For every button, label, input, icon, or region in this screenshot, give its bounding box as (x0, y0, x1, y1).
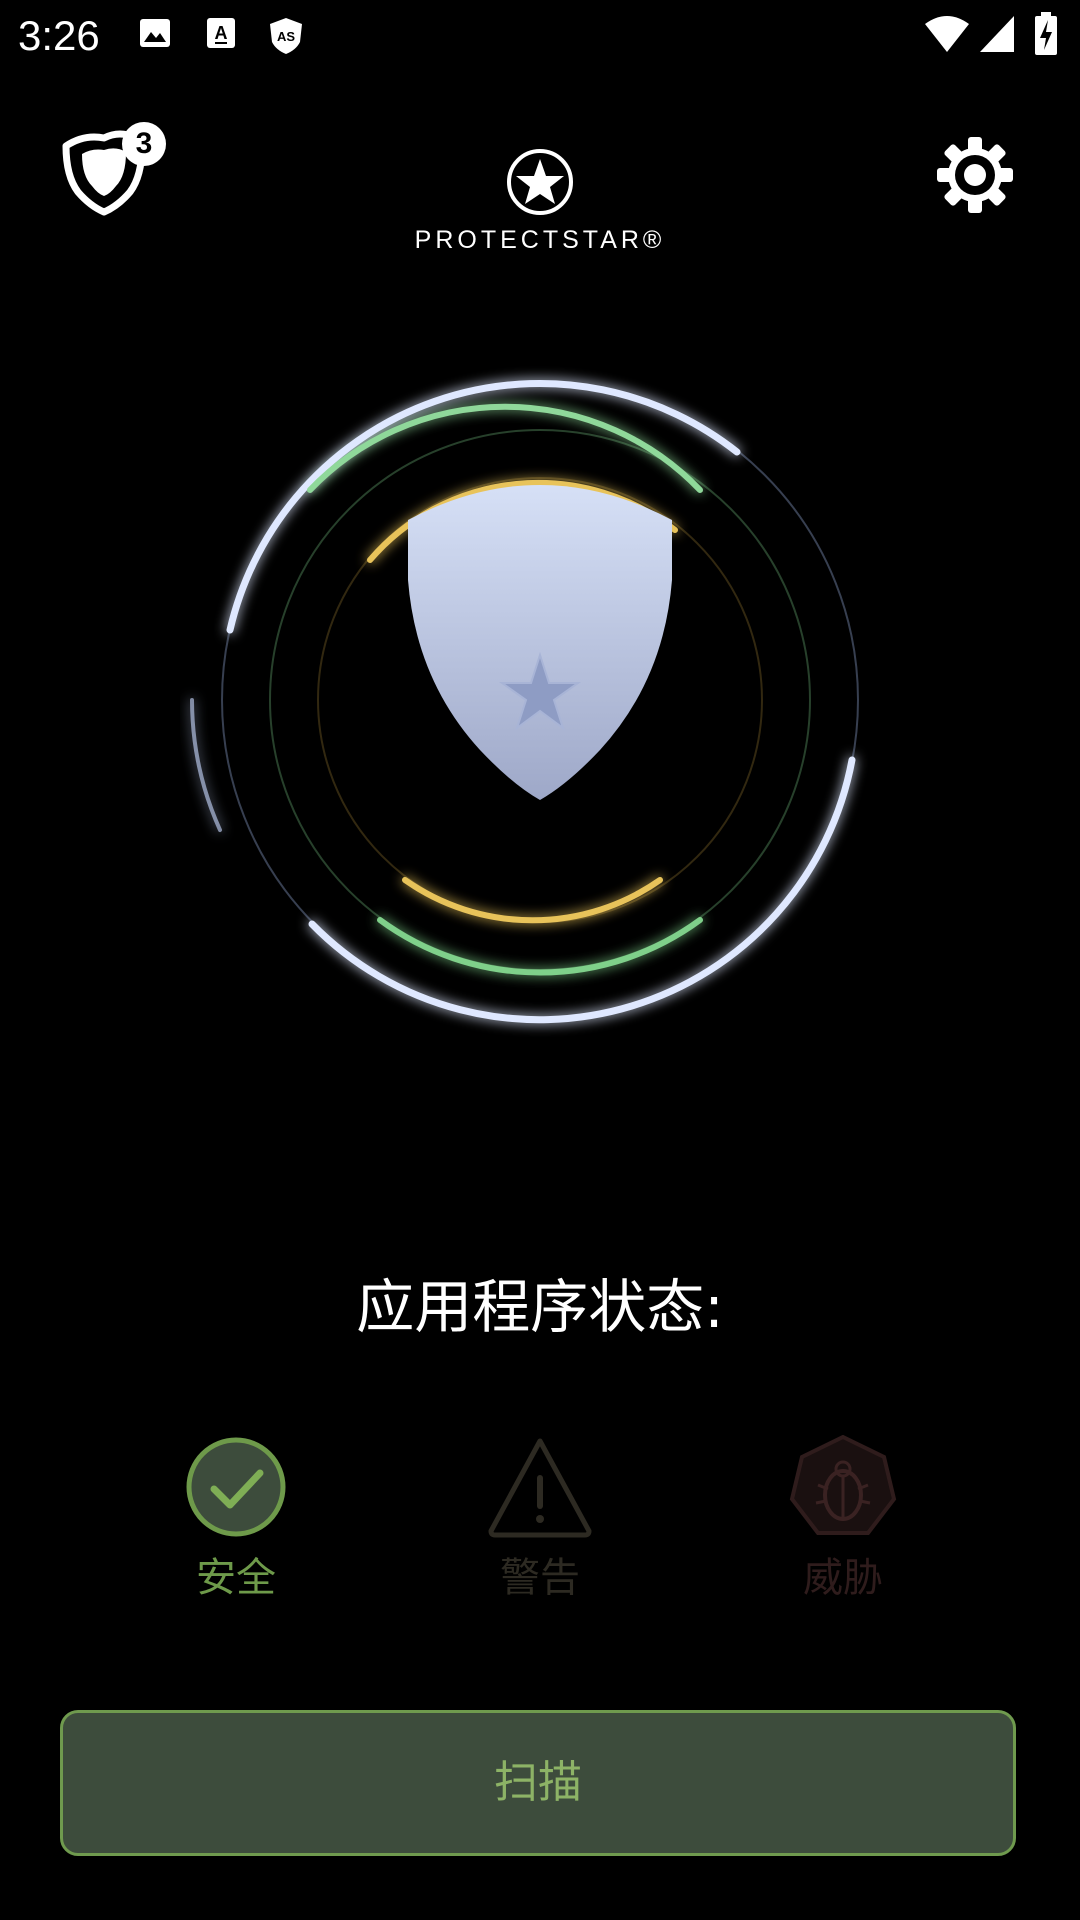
status-warning: 警告 (440, 1435, 640, 1605)
warning-triangle-icon (488, 1438, 592, 1538)
as-shield-icon: AS (270, 18, 302, 54)
app-screen: 3:26 A AS 3 PROTECTSTAR® 应用程序状态: 安全 警告 威… (0, 0, 1080, 1920)
image-icon (140, 19, 170, 47)
status-warning-label: 警告 (500, 1555, 580, 1601)
protectstar-logo: PROTECTSTAR® (380, 140, 700, 260)
threat-count-badge: 3 (122, 122, 166, 166)
app-status-title: 应用程序状态: (356, 1273, 724, 1341)
status-threat-label: 威胁 (803, 1555, 883, 1601)
star-logo-icon (507, 149, 573, 215)
bug-heptagon-icon (789, 1435, 897, 1535)
cell-signal-icon (980, 16, 1014, 52)
svg-text:AS: AS (277, 29, 295, 44)
status-time: 3:26 (18, 12, 100, 59)
protection-ring-graphic (190, 380, 859, 1024)
settings-button[interactable] (935, 135, 1015, 215)
shield-emblem-icon (408, 485, 672, 800)
check-circle-icon (186, 1437, 286, 1537)
svg-text:A: A (215, 23, 228, 43)
status-safe: 安全 (136, 1435, 336, 1605)
wifi-icon (925, 16, 969, 52)
battery-charging-icon (1035, 12, 1057, 55)
status-safe-label: 安全 (196, 1555, 276, 1601)
text-a-icon: A (207, 18, 235, 48)
gear-icon (937, 137, 1013, 213)
scan-button[interactable]: 扫描 (60, 1710, 1016, 1856)
logo-text: PROTECTSTAR® (414, 226, 666, 254)
status-threat: 威胁 (743, 1435, 943, 1605)
status-bar: 3:26 A AS (0, 0, 1080, 72)
